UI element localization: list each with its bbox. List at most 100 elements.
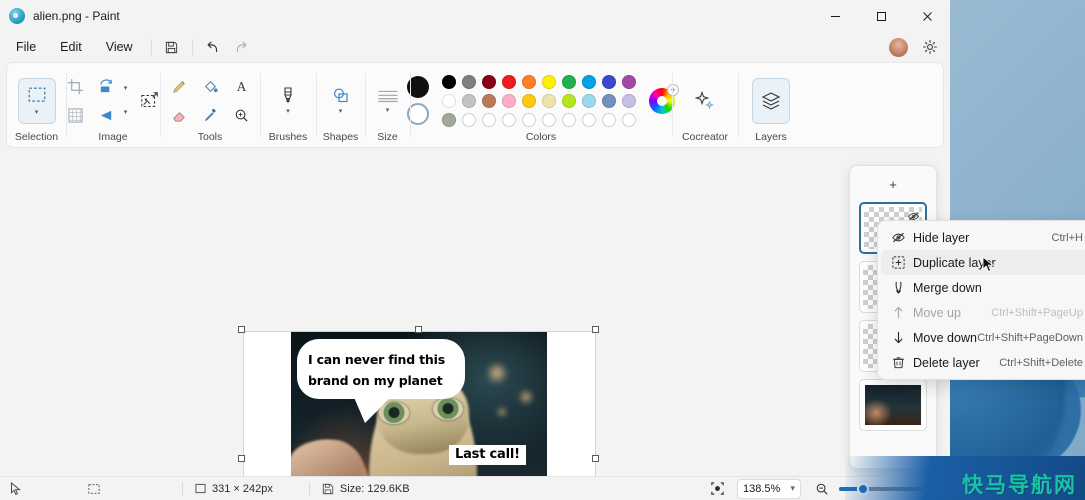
selection-handle-middle-left[interactable] — [238, 455, 245, 462]
add-layer-button[interactable]: + — [882, 173, 904, 195]
user-avatar[interactable] — [889, 37, 908, 57]
color-swatch-r2c2[interactable] — [462, 93, 476, 108]
shapes-button[interactable]: ▾ — [322, 78, 360, 124]
color-swatch-r3c4[interactable] — [502, 112, 516, 127]
context-menu-item-delete-layer[interactable]: Delete layer Ctrl+Shift+Delete — [881, 350, 1085, 375]
flip-icon[interactable] — [92, 101, 122, 129]
context-menu-shortcut: Ctrl+H — [1051, 231, 1083, 244]
color-swatch-r3c2[interactable] — [462, 112, 476, 127]
selection-tool-button[interactable]: ▾ — [17, 77, 56, 124]
brushes-chevron-down-icon[interactable]: ▾ — [286, 108, 290, 115]
color-swatch-r2c8[interactable] — [582, 93, 596, 108]
color-swatch-r3c8[interactable] — [582, 112, 596, 127]
menu-item-file[interactable]: File — [4, 36, 48, 58]
magnifier-minus-icon[interactable] — [815, 482, 829, 496]
color-swatch-r2c5[interactable] — [522, 93, 536, 108]
palette-cell-1-8 — [579, 72, 599, 91]
color-swatch-r1c6[interactable] — [542, 74, 556, 89]
crop-icon[interactable] — [61, 72, 91, 100]
selection-handle-top-center[interactable] — [415, 326, 422, 333]
shapes-chevron-down-icon[interactable]: ▾ — [339, 108, 343, 115]
text-icon[interactable]: A — [226, 72, 256, 100]
window-buttons — [812, 0, 950, 32]
primary-color-swatch[interactable] — [407, 76, 429, 98]
rotate-chevron-down-icon[interactable]: ▾ — [124, 85, 128, 92]
palette-cell-1-10 — [619, 72, 639, 91]
ribbon-group-image: ▾ ▾ Image — [66, 63, 160, 147]
color-swatch-r2c3[interactable] — [482, 93, 496, 108]
palette-cell-3-9 — [599, 110, 619, 129]
color-swatch-r1c9[interactable] — [602, 74, 616, 89]
color-swatch-r2c6[interactable] — [542, 93, 556, 108]
color-swatch-r3c9[interactable] — [602, 112, 616, 127]
flip-chevron-down-icon[interactable]: ▾ — [124, 109, 128, 116]
undo-icon[interactable] — [199, 35, 227, 59]
palette-cell-2-1 — [439, 91, 459, 110]
palette-cell-3-1 — [439, 110, 459, 129]
color-swatch-r3c6[interactable] — [542, 112, 556, 127]
color-swatch-r3c5[interactable] — [522, 112, 536, 127]
cocreator-button[interactable] — [686, 78, 724, 124]
menu-bar: File Edit View — [0, 32, 950, 62]
color-swatch-r1c5[interactable] — [522, 74, 536, 89]
eyedropper-icon[interactable] — [195, 101, 225, 129]
selection-handle-top-left[interactable] — [238, 326, 245, 333]
minimize-button[interactable] — [812, 0, 858, 32]
color-swatch-r1c1[interactable] — [442, 74, 456, 89]
context-menu-item-hide-layer[interactable]: Hide layer Ctrl+H — [881, 225, 1085, 250]
pencil-icon[interactable] — [164, 72, 194, 100]
canvas[interactable]: I can never find this brand on my planet… — [244, 332, 595, 476]
close-button[interactable] — [904, 0, 950, 32]
eraser-icon[interactable] — [164, 101, 194, 129]
color-swatch-r3c1[interactable] — [442, 112, 456, 127]
size-chevron-down-icon[interactable]: ▾ — [386, 107, 390, 114]
rotate-icon[interactable] — [92, 72, 122, 100]
chevron-down-icon[interactable]: ▾ — [35, 109, 39, 116]
fill-bucket-icon[interactable] — [195, 72, 225, 100]
context-menu-item-merge-down[interactable]: Merge down — [881, 275, 1085, 300]
eye-off-icon — [887, 230, 909, 245]
color-swatch-r2c1[interactable] — [442, 93, 456, 108]
palette-cell-2-9 — [599, 91, 619, 110]
color-swatch-r2c9[interactable] — [602, 93, 616, 108]
menu-item-edit[interactable]: Edit — [48, 36, 94, 58]
palette-cell-2-2 — [459, 91, 479, 110]
ribbon-label-layers: Layers — [755, 131, 787, 143]
file-size: Size: 129.6KB — [322, 483, 410, 495]
zoom-level-select[interactable]: 138.5% ▾ — [737, 478, 801, 499]
color-swatch-r2c10[interactable] — [622, 93, 636, 108]
selection-handle-top-right[interactable] — [592, 326, 599, 333]
color-swatch-r3c3[interactable] — [482, 112, 496, 127]
save-icon[interactable] — [158, 35, 186, 59]
maximize-button[interactable] — [858, 0, 904, 32]
scene-lamp-2 — [519, 388, 533, 406]
color-swatch-r1c8[interactable] — [582, 74, 596, 89]
selection-handle-middle-right[interactable] — [592, 455, 599, 462]
magnifier-icon[interactable] — [226, 101, 256, 129]
layers-button[interactable] — [752, 77, 790, 124]
context-menu-label: Move down — [913, 330, 977, 345]
layer-item-4[interactable] — [859, 379, 927, 431]
context-menu-label: Delete layer — [913, 355, 980, 370]
ribbon-label-tools: Tools — [197, 131, 223, 143]
brushes-button[interactable]: ▾ — [269, 78, 307, 124]
color-swatch-r2c4[interactable] — [502, 93, 516, 108]
color-swatch-r1c7[interactable] — [562, 74, 576, 89]
color-swatch-r1c2[interactable] — [462, 74, 476, 89]
color-swatch-r2c7[interactable] — [562, 93, 576, 108]
chevron-down-icon[interactable]: ▾ — [790, 483, 795, 494]
color-swatch-r1c4[interactable] — [502, 74, 516, 89]
color-swatch-r1c3[interactable] — [482, 74, 496, 89]
color-swatch-r3c7[interactable] — [562, 112, 576, 127]
context-menu-item-move-down[interactable]: Move down Ctrl+Shift+PageDown — [881, 325, 1085, 350]
color-swatch-r1c10[interactable] — [622, 74, 636, 89]
menu-item-view[interactable]: View — [94, 36, 145, 58]
color-swatch-r3c10[interactable] — [622, 112, 636, 127]
gear-icon[interactable] — [916, 35, 944, 59]
eye-off-icon-4[interactable] — [906, 384, 922, 400]
status-divider-2 — [308, 481, 310, 496]
secondary-color-swatch[interactable] — [407, 103, 429, 125]
fit-to-window-icon[interactable] — [710, 481, 725, 496]
context-menu-label: Move up — [913, 305, 961, 320]
transparent-icon[interactable] — [61, 101, 91, 129]
